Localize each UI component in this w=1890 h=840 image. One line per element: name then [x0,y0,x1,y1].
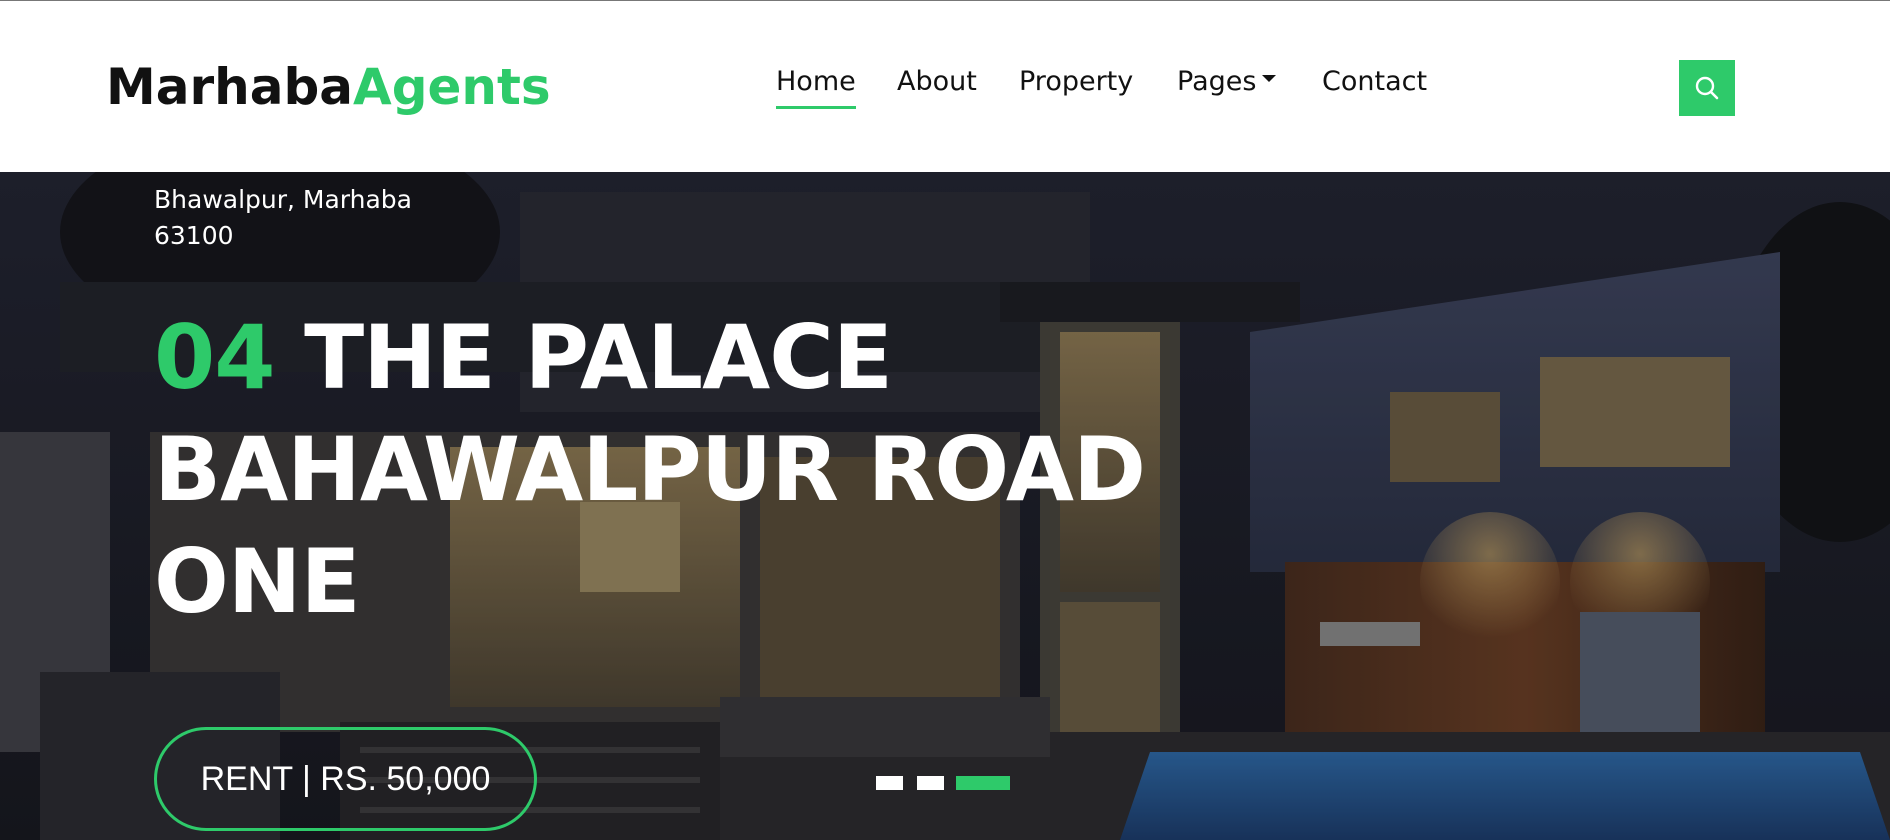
brand-name-accent: Agents [353,58,551,116]
nav-home[interactable]: Home [776,63,856,109]
nav-pages-label: Pages [1177,66,1257,97]
brand-logo[interactable]: MarhabaAgents [106,57,551,117]
address-line-2: 63100 [154,221,234,250]
search-button[interactable] [1679,60,1735,116]
title-line-3: ONE [154,530,361,633]
title-line-2: BAHAWALPUR ROAD [154,418,1146,521]
hero-address: Bhawalpur, Marhaba 63100 [154,182,474,254]
title-line-1: THE PALACE [274,306,893,409]
nav-contact[interactable]: Contact [1322,63,1427,101]
address-line-1: Bhawalpur, Marhaba [154,185,412,214]
carousel-dot-3[interactable] [956,776,1010,790]
nav-pages-dropdown[interactable]: Pages [1177,63,1277,101]
brand-name-primary: Marhaba [106,58,354,116]
navbar: MarhabaAgents Home About Property Pages … [0,0,1890,172]
nav-property[interactable]: Property [1019,63,1133,101]
property-number: 04 [154,306,275,409]
hero-title: 04 THE PALACE BAHAWALPUR ROAD ONE [154,302,1204,638]
hero-carousel: Bhawalpur, Marhaba 63100 04 THE PALACE B… [0,172,1890,840]
caret-down-icon [1262,75,1277,82]
price-button[interactable]: RENT | RS. 50,000 [154,727,537,831]
carousel-dot-1[interactable] [876,776,903,790]
search-icon [1695,76,1719,100]
carousel-dot-2[interactable] [917,776,944,790]
nav-about[interactable]: About [897,63,977,101]
